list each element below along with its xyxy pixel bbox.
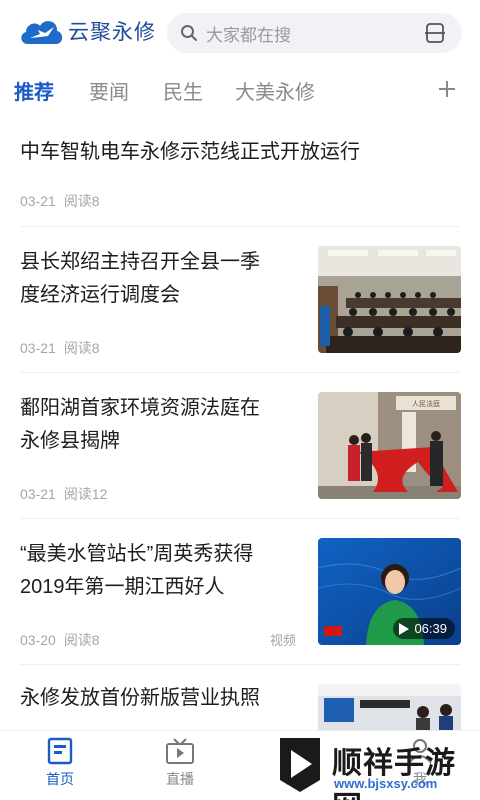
video-tag: 视频 [270, 633, 297, 648]
add-channel-icon[interactable] [436, 78, 458, 100]
watermark-url: www.bjsxsy.com [334, 776, 438, 791]
news-title: 永修发放首份新版营业执照 [20, 687, 260, 709]
news-date: 03-21 [20, 193, 56, 209]
tab-headlines[interactable]: 要闻 [89, 76, 129, 105]
ribbon-ceremony-photo: 人民法庭 [318, 392, 461, 499]
tab-livelihood[interactable]: 民生 [163, 76, 203, 105]
news-meta: 03-21 阅读12 [20, 484, 115, 504]
news-date: 03-21 [20, 340, 56, 356]
divider [20, 518, 460, 519]
video-duration: 06:39 [393, 618, 455, 639]
news-item[interactable]: 中车智轨电车永修示范线正式开放运行 03-21 阅读8 [0, 118, 480, 228]
nav-home[interactable]: 首页 [30, 737, 90, 789]
news-meta: 03-21 阅读8 [20, 191, 108, 211]
play-icon [399, 622, 410, 635]
news-reads: 阅读12 [63, 486, 108, 502]
court-sign: 人民法庭 [412, 399, 440, 408]
home-doc-icon [47, 737, 73, 765]
app-name: 云聚永修 [68, 21, 156, 44]
category-tabs: 推荐 要闻 民生 大美永修 [0, 68, 480, 114]
meeting-room-photo [318, 246, 461, 353]
news-reads: 阅读8 [63, 193, 100, 209]
search-icon [181, 25, 197, 41]
news-reads: 阅读8 [63, 340, 100, 356]
scan-icon[interactable] [424, 22, 446, 44]
app-logo: 云聚永修 [18, 14, 156, 48]
news-meta: 03-20 阅读8 [20, 630, 108, 650]
office-hall-photo [318, 684, 461, 730]
news-thumbnail [318, 684, 461, 730]
tab-beautiful-yongxiu[interactable]: 大美永修 [235, 76, 315, 105]
news-reads: 阅读8 [63, 632, 100, 648]
news-item[interactable]: 鄱阳湖首家环境资源法庭在 永修县揭牌 03-21 阅读12 人民法庭 [0, 374, 480, 520]
watermark-logo-icon [280, 738, 320, 792]
search-placeholder: 大家都在搜 [206, 25, 291, 45]
news-date: 03-20 [20, 632, 56, 648]
news-title: “最美水管站长”周英秀获得 2019年第一期江西好人 [20, 543, 254, 598]
news-item[interactable]: 县长郑绍主持召开全县一季 度经济运行调度会 03-21 阅读8 [0, 228, 480, 374]
tab-recommend[interactable]: 推荐 [14, 76, 54, 105]
live-tv-icon [166, 738, 194, 764]
site-watermark: 顺祥手游网 www.bjsxsy.com [268, 726, 480, 800]
search-bar[interactable]: 大家都在搜 [167, 13, 462, 53]
news-item[interactable]: 永修发放首份新版营业执照 [0, 666, 480, 730]
news-thumbnail [318, 246, 461, 353]
news-title: 中车智轨电车永修示范线正式开放运行 [20, 141, 360, 163]
news-item[interactable]: “最美水管站长”周英秀获得 2019年第一期江西好人 03-20 阅读8 视频 06… [0, 520, 480, 666]
news-title: 鄱阳湖首家环境资源法庭在 永修县揭牌 [20, 397, 260, 452]
news-date: 03-21 [20, 486, 56, 502]
divider [20, 664, 460, 665]
divider [20, 372, 460, 373]
news-meta: 03-21 阅读8 [20, 338, 108, 358]
news-video-thumbnail[interactable]: 06:39 [318, 538, 461, 645]
news-title: 县长郑绍主持召开全县一季 度经济运行调度会 [20, 251, 260, 306]
cloud-logo-icon [21, 21, 63, 44]
nav-live[interactable]: 直播 [150, 737, 210, 789]
top-bar: 云聚永修 大家都在搜 [0, 0, 480, 66]
divider [20, 226, 460, 227]
news-thumbnail: 人民法庭 [318, 392, 461, 499]
